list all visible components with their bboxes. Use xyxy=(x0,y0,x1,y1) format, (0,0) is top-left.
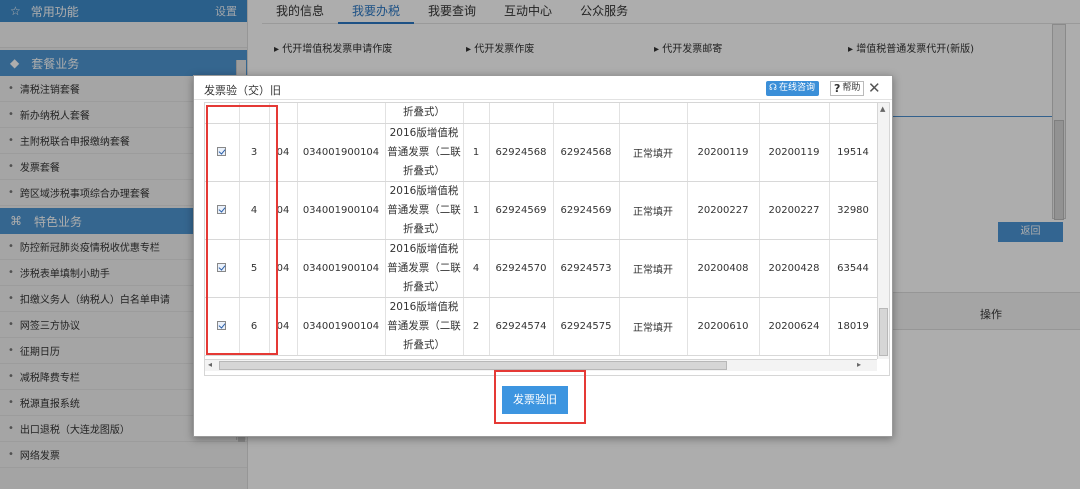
invoice-name-line: 2016版增值税 xyxy=(389,184,459,197)
scroll-thumb[interactable] xyxy=(219,361,727,370)
end-number-cell: 62924569 xyxy=(553,181,620,240)
invoice-name-line: 普通发票（二联 xyxy=(387,319,461,332)
end-number-cell: 62924575 xyxy=(553,297,620,356)
amount-cell: 32980 xyxy=(829,181,878,240)
invoice-name-line: 折叠式） xyxy=(403,338,445,351)
help-label: 帮助 xyxy=(842,83,861,93)
amount-cell: 19514 xyxy=(829,123,878,182)
table-cell xyxy=(297,103,386,124)
invoice-name-line: 普通发票（二联 xyxy=(387,145,461,158)
invoice-verify-dialog: 发票验（交）旧 ☊ 在线咨询 ? 帮助 ✕ 折叠式） 3 04 03400190010… xyxy=(193,75,893,437)
table-cell xyxy=(759,103,830,124)
invoice-name-line: 折叠式） xyxy=(403,222,445,235)
highlight-checkbox-column xyxy=(206,105,278,355)
amount-cell: 18019 xyxy=(829,297,878,356)
highlight-submit-button xyxy=(494,370,586,424)
end-date-cell: 20200428 xyxy=(759,239,830,298)
status-cell: 正常填开 xyxy=(619,123,688,182)
invoice-name-line: 2016版增值税 xyxy=(389,300,459,313)
start-date-cell: 20200227 xyxy=(687,181,760,240)
invoice-code-cell: 034001900104 xyxy=(297,297,386,356)
close-icon[interactable]: ✕ xyxy=(868,79,881,97)
table-cell xyxy=(687,103,760,124)
grid-vertical-scrollbar[interactable]: ▲ xyxy=(877,103,889,359)
end-date-cell: 20200227 xyxy=(759,181,830,240)
start-number-cell: 62924570 xyxy=(489,239,554,298)
table-cell xyxy=(619,103,688,124)
invoice-name-cell: 2016版增值税 普通发票（二联 折叠式） xyxy=(385,123,464,182)
invoice-code-cell: 034001900104 xyxy=(297,181,386,240)
start-date-cell: 20200408 xyxy=(687,239,760,298)
invoice-name-line: 2016版增值税 xyxy=(389,126,459,139)
status-cell: 正常填开 xyxy=(619,181,688,240)
table-row[interactable]: 6 04 034001900104 2016版增值税 普通发票（二联 折叠式） 2 62924… xyxy=(205,297,878,356)
end-date-cell: 20200624 xyxy=(759,297,830,356)
invoice-name-line: 2016版增值税 xyxy=(389,242,459,255)
table-cell xyxy=(553,103,620,124)
start-date-cell: 20200119 xyxy=(687,123,760,182)
end-number-cell: 62924568 xyxy=(553,123,620,182)
quantity-cell: 2 xyxy=(463,297,490,356)
table-row[interactable]: 5 04 034001900104 2016版增值税 普通发票（二联 折叠式） 4 62924… xyxy=(205,239,878,298)
status-cell: 正常填开 xyxy=(619,239,688,298)
table-row[interactable]: 3 04 034001900104 2016版增值税 普通发票（二联 折叠式） 1 62924… xyxy=(205,123,878,182)
headset-icon: ☊ xyxy=(769,83,777,93)
question-icon: ? xyxy=(834,82,841,95)
start-number-cell: 62924574 xyxy=(489,297,554,356)
scroll-up-icon[interactable]: ▲ xyxy=(880,105,885,113)
invoice-table: 折叠式） 3 04 034001900104 2016版增值税 普通发票（二联 折叠式） 1 6… xyxy=(205,103,878,356)
table-cell: 折叠式） xyxy=(385,103,464,124)
invoice-code-cell: 034001900104 xyxy=(297,123,386,182)
table-cell xyxy=(489,103,554,124)
quantity-cell: 4 xyxy=(463,239,490,298)
invoice-grid: 折叠式） 3 04 034001900104 2016版增值税 普通发票（二联 折叠式） 1 6… xyxy=(204,102,890,376)
start-number-cell: 62924569 xyxy=(489,181,554,240)
invoice-name-cell: 2016版增值税 普通发票（二联 折叠式） xyxy=(385,297,464,356)
quantity-cell: 1 xyxy=(463,181,490,240)
table-row[interactable]: 4 04 034001900104 2016版增值税 普通发票（二联 折叠式） 1 62924… xyxy=(205,181,878,240)
scroll-right-icon[interactable]: ▸ xyxy=(857,360,861,369)
invoice-name-line: 折叠式） xyxy=(403,280,445,293)
invoice-name-cell: 2016版增值税 普通发票（二联 折叠式） xyxy=(385,181,464,240)
invoice-code-cell: 034001900104 xyxy=(297,239,386,298)
start-date-cell: 20200610 xyxy=(687,297,760,356)
quantity-cell: 1 xyxy=(463,123,490,182)
end-date-cell: 20200119 xyxy=(759,123,830,182)
scroll-thumb[interactable] xyxy=(879,308,888,356)
amount-cell: 63544 xyxy=(829,239,878,298)
table-cell xyxy=(829,103,878,124)
table-cell xyxy=(463,103,490,124)
table-row-partial: 折叠式） xyxy=(205,103,878,124)
help-button[interactable]: ? 帮助 xyxy=(830,81,865,96)
invoice-name-line: 普通发票（二联 xyxy=(387,203,461,216)
invoice-name-line: 折叠式） xyxy=(403,164,445,177)
online-consult-button[interactable]: ☊ 在线咨询 xyxy=(766,81,820,96)
invoice-name-line: 普通发票（二联 xyxy=(387,261,461,274)
invoice-name-cell: 2016版增值税 普通发票（二联 折叠式） xyxy=(385,239,464,298)
online-consult-label: 在线咨询 xyxy=(779,83,816,93)
scroll-left-icon[interactable]: ◂ xyxy=(208,360,212,369)
dialog-title: 发票验（交）旧 xyxy=(204,84,281,97)
end-number-cell: 62924573 xyxy=(553,239,620,298)
status-cell: 正常填开 xyxy=(619,297,688,356)
start-number-cell: 62924568 xyxy=(489,123,554,182)
dialog-titlebar: 发票验（交）旧 ☊ 在线咨询 ? 帮助 ✕ xyxy=(194,76,892,100)
